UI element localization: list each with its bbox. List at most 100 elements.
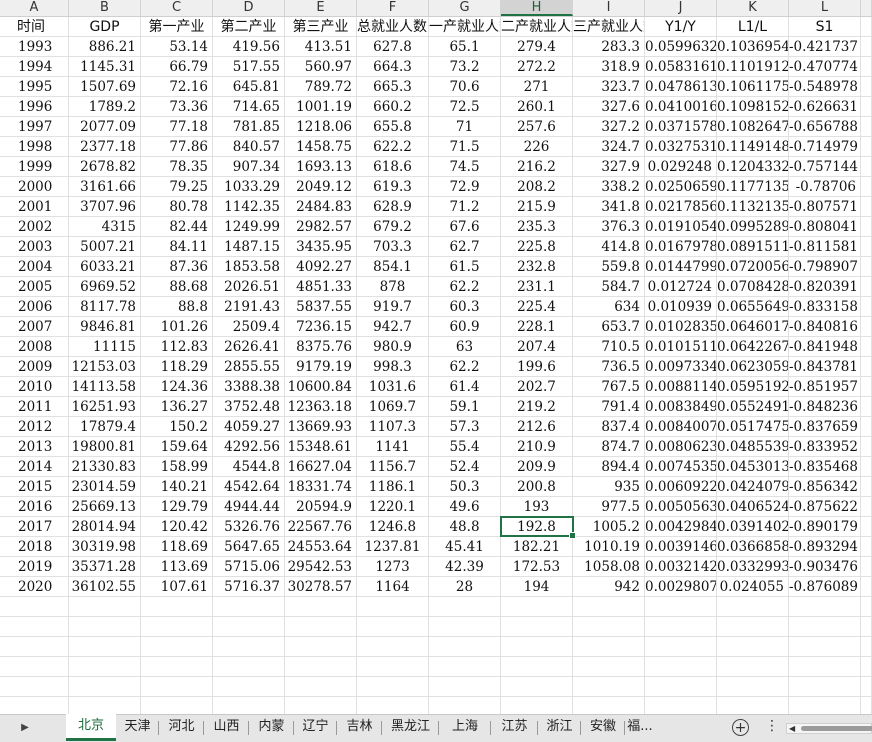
cell[interactable]: 1998	[0, 137, 69, 157]
cell[interactable]	[861, 337, 872, 357]
cell[interactable]: 73.2	[429, 57, 501, 77]
cell[interactable]: 2009	[0, 357, 69, 377]
cell[interactable]	[861, 557, 872, 577]
cell[interactable]: 20594.9	[285, 497, 357, 517]
cell[interactable]: 714.65	[213, 97, 285, 117]
cell[interactable]: 5715.06	[213, 557, 285, 577]
caret-left-icon[interactable]: ◀	[789, 724, 795, 733]
cell[interactable]: 4544.8	[213, 457, 285, 477]
cell[interactable]: 4542.64	[213, 477, 285, 497]
cell[interactable]	[789, 657, 861, 677]
cell[interactable]	[69, 597, 141, 617]
cell[interactable]: -0.837659	[789, 417, 861, 437]
cell[interactable]: 327.2	[573, 117, 645, 137]
cell[interactable]: 1996	[0, 97, 69, 117]
header-cell[interactable]: 一产就业人数	[429, 17, 501, 37]
cell[interactable]: 980.9	[357, 337, 429, 357]
cell[interactable]: 50.3	[429, 477, 501, 497]
cell[interactable]	[0, 697, 69, 714]
cell[interactable]: 0.0029807	[645, 577, 717, 597]
cell[interactable]: 63	[429, 337, 501, 357]
cell[interactable]: 61.5	[429, 257, 501, 277]
cell[interactable]	[285, 697, 357, 714]
spreadsheet[interactable]: ABCDEFGHIJKL 时间 GDP 第一产业 第二产业 第三产业 总就业人数 一产就业人…	[0, 0, 872, 714]
cell[interactable]: 1145.31	[69, 57, 141, 77]
cell[interactable]: 0.1204332	[717, 157, 789, 177]
cell[interactable]	[861, 97, 872, 117]
cell[interactable]	[0, 617, 69, 637]
cell[interactable]: -0.848236	[789, 397, 861, 417]
header-cell[interactable]: S1	[789, 17, 861, 37]
cell[interactable]: 1156.7	[357, 457, 429, 477]
cell[interactable]: -0.714979	[789, 137, 861, 157]
cell[interactable]: 35371.28	[69, 557, 141, 577]
cell[interactable]: 1186.1	[357, 477, 429, 497]
cell[interactable]: -0.876089	[789, 577, 861, 597]
cell[interactable]: 679.2	[357, 217, 429, 237]
cell[interactable]: 88.68	[141, 277, 213, 297]
cell[interactable]	[357, 697, 429, 714]
sheet-tab[interactable]: 河北	[159, 715, 204, 741]
cell[interactable]: 0.0144799	[645, 257, 717, 277]
cell[interactable]	[861, 497, 872, 517]
cell[interactable]: 628.9	[357, 197, 429, 217]
cell[interactable]: 1069.7	[357, 397, 429, 417]
cell[interactable]: 2982.57	[285, 217, 357, 237]
cell[interactable]: 3707.96	[69, 197, 141, 217]
cell[interactable]: 0.0391402	[717, 517, 789, 537]
cell[interactable]	[141, 597, 213, 617]
cell[interactable]: 710.5	[573, 337, 645, 357]
cell[interactable]: 0.0583161	[645, 57, 717, 77]
cell[interactable]: 136.27	[141, 397, 213, 417]
cell[interactable]: 2049.12	[285, 177, 357, 197]
cell[interactable]: -0.470774	[789, 57, 861, 77]
cell[interactable]	[861, 237, 872, 257]
cell[interactable]: 0.1098152	[717, 97, 789, 117]
cell[interactable]: 0.0039146	[645, 537, 717, 557]
cell[interactable]: 942.7	[357, 317, 429, 337]
cell[interactable]: 14113.58	[69, 377, 141, 397]
cell[interactable]: 72.9	[429, 177, 501, 197]
cell[interactable]: 2004	[0, 257, 69, 277]
cell[interactable]: -0.835468	[789, 457, 861, 477]
cell[interactable]: 60.3	[429, 297, 501, 317]
cell[interactable]	[861, 217, 872, 237]
cell[interactable]: 0.0708428	[717, 277, 789, 297]
cell[interactable]: 0.1061175	[717, 77, 789, 97]
cell[interactable]: -0.757144	[789, 157, 861, 177]
cell[interactable]: 67.6	[429, 217, 501, 237]
cell[interactable]: 341.8	[573, 197, 645, 217]
cell[interactable]: 0.0191054	[645, 217, 717, 237]
cell[interactable]: 48.8	[429, 517, 501, 537]
cell[interactable]: 129.79	[141, 497, 213, 517]
cell[interactable]: -0.833158	[789, 297, 861, 317]
cell[interactable]: 8375.76	[285, 337, 357, 357]
cell[interactable]: 2019	[0, 557, 69, 577]
cell[interactable]: 210.9	[501, 437, 573, 457]
cell[interactable]	[213, 617, 285, 637]
header-cell[interactable]: 三产就业人数	[573, 17, 645, 37]
cell[interactable]: 0.0485539	[717, 437, 789, 457]
cell[interactable]: 0.1101912	[717, 57, 789, 77]
cell[interactable]: 0.0097334	[645, 357, 717, 377]
cell[interactable]: 260.1	[501, 97, 573, 117]
cell[interactable]	[357, 597, 429, 617]
cell[interactable]: 194	[501, 577, 573, 597]
cell[interactable]: 0.0517475	[717, 417, 789, 437]
cell[interactable]: 655.8	[357, 117, 429, 137]
cell[interactable]: 1033.29	[213, 177, 285, 197]
cell[interactable]	[0, 637, 69, 657]
cell[interactable]: 0.024055	[717, 577, 789, 597]
cell[interactable]	[285, 597, 357, 617]
cell[interactable]: 2191.43	[213, 297, 285, 317]
caret-right-icon[interactable]: ▶	[18, 721, 32, 735]
cell[interactable]: 3388.38	[213, 377, 285, 397]
cell[interactable]: 1487.15	[213, 237, 285, 257]
cell[interactable]: 1141	[357, 437, 429, 457]
sheet-tab[interactable]: 天津	[116, 715, 159, 741]
cell[interactable]	[861, 117, 872, 137]
cell[interactable]: 791.4	[573, 397, 645, 417]
cell[interactable]: 878	[357, 277, 429, 297]
cell[interactable]	[861, 437, 872, 457]
scrollbar-thumb[interactable]	[801, 726, 872, 731]
